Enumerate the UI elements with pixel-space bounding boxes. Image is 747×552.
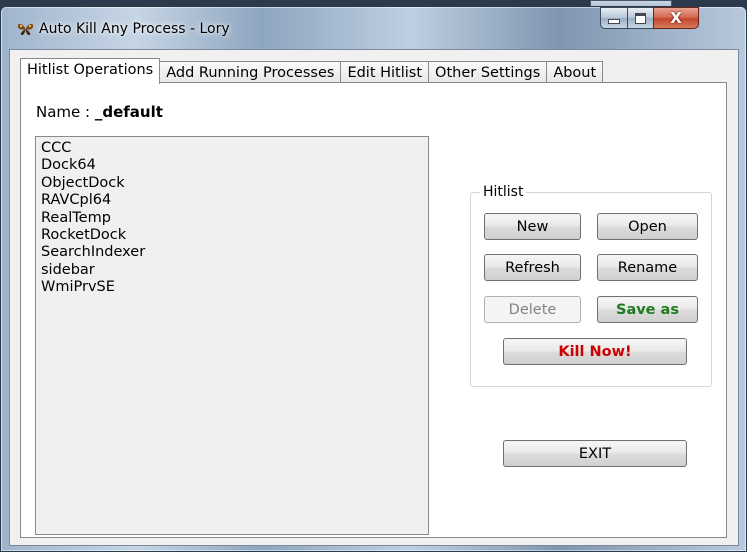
list-item[interactable]: RealTemp bbox=[36, 210, 428, 227]
hitlist-name-row: Name : _default bbox=[36, 103, 163, 121]
new-button[interactable]: New bbox=[484, 213, 581, 240]
maximize-button[interactable] bbox=[627, 7, 654, 29]
list-item[interactable]: Dock64 bbox=[36, 157, 428, 174]
process-list[interactable]: CCC Dock64 ObjectDock RAVCpl64 RealTemp … bbox=[35, 136, 429, 535]
minimize-icon bbox=[608, 13, 620, 24]
hitlist-operations-panel: Name : _default CCC Dock64 ObjectDock RA… bbox=[20, 82, 727, 538]
client-area: Hitlist Operations Add Running Processes… bbox=[9, 49, 739, 546]
window-title: Auto Kill Any Process - Lory bbox=[39, 21, 230, 37]
hitlist-group-label: Hitlist bbox=[480, 184, 527, 200]
app-window: Auto Kill Any Process - Lory X Hitlist O… bbox=[0, 6, 747, 552]
butterfly-icon bbox=[17, 21, 34, 40]
list-item[interactable]: WmiPrvSE bbox=[36, 279, 428, 296]
maximize-icon bbox=[635, 12, 646, 24]
title-bar[interactable]: Auto Kill Any Process - Lory X bbox=[1, 7, 746, 49]
minimize-button[interactable] bbox=[600, 7, 628, 29]
list-item[interactable]: RAVCpl64 bbox=[36, 192, 428, 209]
hitlist-name-value: _default bbox=[94, 103, 163, 121]
list-item[interactable]: ObjectDock bbox=[36, 175, 428, 192]
list-item[interactable]: CCC bbox=[36, 140, 428, 157]
rename-button[interactable]: Rename bbox=[597, 254, 698, 281]
hitlist-group: Hitlist New Open Refresh Rename Delete S… bbox=[470, 184, 712, 387]
save-as-button[interactable]: Save as bbox=[597, 296, 698, 323]
tab-add-running-processes[interactable]: Add Running Processes bbox=[159, 61, 342, 84]
tab-other-settings[interactable]: Other Settings bbox=[428, 61, 548, 84]
close-button[interactable]: X bbox=[653, 7, 699, 29]
tab-hitlist-operations[interactable]: Hitlist Operations bbox=[20, 58, 161, 84]
hitlist-name-label: Name : bbox=[36, 103, 91, 121]
refresh-button[interactable]: Refresh bbox=[484, 254, 581, 281]
tab-strip: Hitlist Operations Add Running Processes… bbox=[20, 58, 604, 84]
tab-edit-hitlist[interactable]: Edit Hitlist bbox=[340, 61, 430, 84]
delete-button[interactable]: Delete bbox=[484, 296, 581, 323]
kill-now-button[interactable]: Kill Now! bbox=[503, 338, 687, 365]
open-button[interactable]: Open bbox=[597, 213, 698, 240]
close-icon: X bbox=[670, 9, 682, 27]
tab-about[interactable]: About bbox=[546, 61, 604, 84]
exit-button[interactable]: EXIT bbox=[503, 440, 687, 467]
list-item[interactable]: sidebar bbox=[36, 262, 428, 279]
list-item[interactable]: SearchIndexer bbox=[36, 244, 428, 261]
list-item[interactable]: RocketDock bbox=[36, 227, 428, 244]
